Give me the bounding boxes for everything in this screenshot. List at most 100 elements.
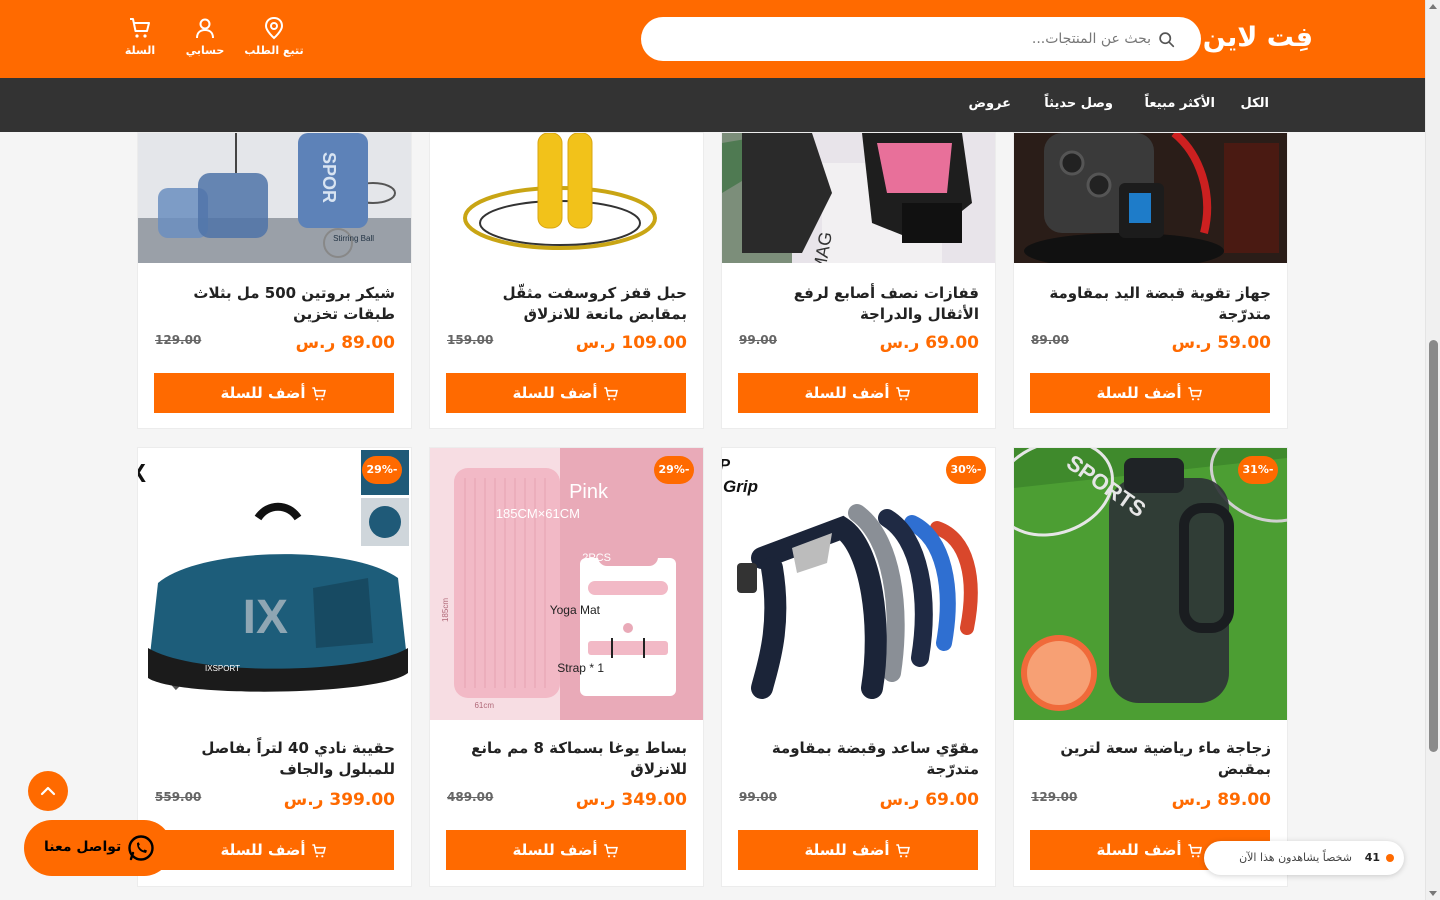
category-nav: الكل الأكثر مبيعاً وصل حديثاً عروض	[0, 78, 1425, 132]
current-price: 89.00 ر.س	[1171, 790, 1271, 810]
product-price: 109.00 ر.س 159.00	[447, 333, 687, 353]
product-name[interactable]: حقيبة نادي 40 لتراً بفاصل للمبلول والجاف	[155, 738, 395, 780]
product-name[interactable]: جهاز تقوية قبضة اليد بمقاومة متدرّجة	[1031, 283, 1271, 325]
current-price: 69.00 ر.س	[879, 790, 979, 810]
image-label: Pink	[569, 481, 609, 503]
add-to-cart-button[interactable]: أضف للسلة	[446, 373, 686, 413]
scroll-up-arrow-icon[interactable]	[1429, 4, 1437, 9]
add-to-cart-button[interactable]: أضف للسلة	[738, 373, 978, 413]
cart-icon	[604, 843, 619, 857]
search-bar[interactable]	[641, 17, 1201, 61]
cart-icon	[312, 386, 327, 400]
current-price: 69.00 ر.س	[879, 333, 979, 353]
image-label: IXSPORT	[205, 664, 240, 673]
product-card[interactable]: MAG قفازات نصف أصابع لرفع الأثقال والدرا…	[721, 132, 996, 429]
current-price: 59.00 ر.س	[1171, 333, 1271, 353]
scroll-to-top-button[interactable]	[28, 771, 68, 811]
image-label: 61cm	[474, 701, 494, 710]
product-image[interactable]: SPOR Stirring Ball	[138, 133, 411, 263]
add-to-cart-button[interactable]: أضف للسلة	[154, 830, 394, 870]
add-to-cart-button[interactable]: أضف للسلة	[738, 830, 978, 870]
add-to-cart-button[interactable]: أضف للسلة	[1030, 373, 1270, 413]
product-name[interactable]: حبل قفز كروسفت مثقّل بمقابض مانعة للانزل…	[447, 283, 687, 325]
viewers-text: شخصاً يشاهدون هذا الآن	[1239, 851, 1352, 864]
add-to-cart-button[interactable]: أضف للسلة	[154, 373, 394, 413]
cart-icon	[896, 386, 911, 400]
cart-label: السلة	[124, 44, 156, 57]
product-image[interactable]: MAG	[722, 133, 995, 263]
product-image[interactable]	[1014, 133, 1287, 263]
current-price: 109.00 ر.س	[575, 333, 687, 353]
scroll-down-arrow-icon[interactable]	[1429, 891, 1437, 896]
product-image[interactable]	[430, 133, 703, 263]
scrollbar-thumb[interactable]	[1429, 340, 1438, 752]
image-label: IX	[138, 458, 147, 488]
image-label: Strap * 1	[557, 661, 604, 675]
discount-badge: -29%	[362, 456, 402, 484]
old-price: 559.00	[155, 790, 202, 804]
image-label: STARMAP	[722, 457, 730, 474]
track-order-label: تتبع الطلب	[244, 44, 304, 57]
product-card[interactable]: حبل قفز كروسفت مثقّل بمقابض مانعة للانزل…	[429, 132, 704, 429]
cart-icon	[1188, 386, 1203, 400]
cart-icon	[896, 843, 911, 857]
old-price: 489.00	[447, 790, 494, 804]
product-price: 59.00 ر.س 89.00	[1031, 333, 1271, 353]
live-viewers-notice: 41 شخصاً يشاهدون هذا الآن	[1204, 841, 1404, 875]
product-price: 399.00 ر.س 559.00	[155, 790, 395, 810]
product-price: 89.00 ر.س 129.00	[155, 333, 395, 353]
current-price: 399.00 ر.س	[283, 790, 395, 810]
contact-us-button[interactable]: تواصل معنا	[24, 820, 172, 876]
brand-logo[interactable]: فِت لاين	[1203, 22, 1313, 53]
product-name[interactable]: زجاجة ماء رياضية سعة لترين بمقبض	[1031, 738, 1271, 780]
image-label: 185CM×61CM	[496, 506, 580, 521]
page-scrollbar[interactable]	[1425, 0, 1440, 900]
old-price: 129.00	[155, 333, 202, 347]
product-image[interactable]: 185cm 61cm Pink 185CM×61CM 2PCS Yoga Mat…	[430, 448, 703, 720]
product-card[interactable]: STARMAP 5-60KG Adjustable Grip -30% مقوّ…	[721, 447, 996, 887]
image-label: SPOR	[319, 152, 339, 203]
cart-icon	[1188, 843, 1203, 857]
product-card[interactable]: SPORTS -31% زجاجة ماء رياضية سعة لترين ب…	[1013, 447, 1288, 887]
search-input[interactable]	[671, 17, 1151, 61]
product-name[interactable]: قفازات نصف أصابع لرفع الأثقال والدراجة	[739, 283, 979, 325]
product-card[interactable]: IX IX IXSPORT -29% حقيبة نادي 40 لتراً ب…	[137, 447, 412, 887]
nav-item-offers[interactable]: عروض	[968, 96, 1011, 111]
image-label: Yoga Mat	[550, 603, 601, 617]
nav-item-new-arrivals[interactable]: وصل حديثاً	[1044, 96, 1113, 111]
whatsapp-icon	[128, 835, 154, 861]
product-image[interactable]: STARMAP 5-60KG Adjustable Grip -30%	[722, 448, 995, 720]
product-name[interactable]: شيكر بروتين 500 مل بثلاث طبقات تخزين	[155, 283, 395, 325]
image-label: Stirring Ball	[333, 234, 374, 243]
product-card[interactable]: SPOR Stirring Ball شيكر بروتين 500 مل بث…	[137, 132, 412, 429]
old-price: 89.00	[1031, 333, 1069, 347]
nav-item-all[interactable]: الكل	[1240, 96, 1269, 111]
image-label: 185cm	[441, 598, 450, 622]
product-card[interactable]: 185cm 61cm Pink 185CM×61CM 2PCS Yoga Mat…	[429, 447, 704, 887]
product-image[interactable]: SPORTS -31%	[1014, 448, 1287, 720]
viewers-count: 41	[1364, 851, 1380, 864]
discount-badge: -30%	[946, 456, 986, 484]
product-card[interactable]: جهاز تقوية قبضة اليد بمقاومة متدرّجة 59.…	[1013, 132, 1288, 429]
add-to-cart-button[interactable]: أضف للسلة	[446, 830, 686, 870]
cart-button[interactable]: السلة	[100, 16, 180, 57]
search-icon[interactable]	[1158, 31, 1175, 48]
top-header: فِت لاين تتبع الطلب حسابي السلة	[0, 0, 1425, 78]
cart-icon	[130, 18, 150, 38]
nav-item-best-sellers[interactable]: الأكثر مبيعاً	[1145, 96, 1216, 111]
track-order-button[interactable]: تتبع الطلب	[234, 16, 314, 57]
live-indicator-dot	[1386, 854, 1394, 862]
old-price: 99.00	[739, 790, 777, 804]
image-label: 2PCS	[582, 552, 611, 564]
discount-badge: -31%	[1238, 456, 1278, 484]
image-label: 5-60KG Adjustable Grip	[722, 477, 758, 496]
old-price: 99.00	[739, 333, 777, 347]
contact-us-label: تواصل معنا	[44, 839, 122, 855]
product-price: 69.00 ر.س 99.00	[739, 790, 979, 810]
discount-badge: -29%	[654, 456, 694, 484]
product-image[interactable]: IX IX IXSPORT -29%	[138, 448, 411, 720]
cart-icon	[604, 386, 619, 400]
product-name[interactable]: مقوّي ساعد وقبضة بمقاومة متدرّجة	[739, 738, 979, 780]
product-name[interactable]: بساط يوغا بسماكة 8 مم مانع للانزلاق	[447, 738, 687, 780]
product-price: 349.00 ر.س 489.00	[447, 790, 687, 810]
